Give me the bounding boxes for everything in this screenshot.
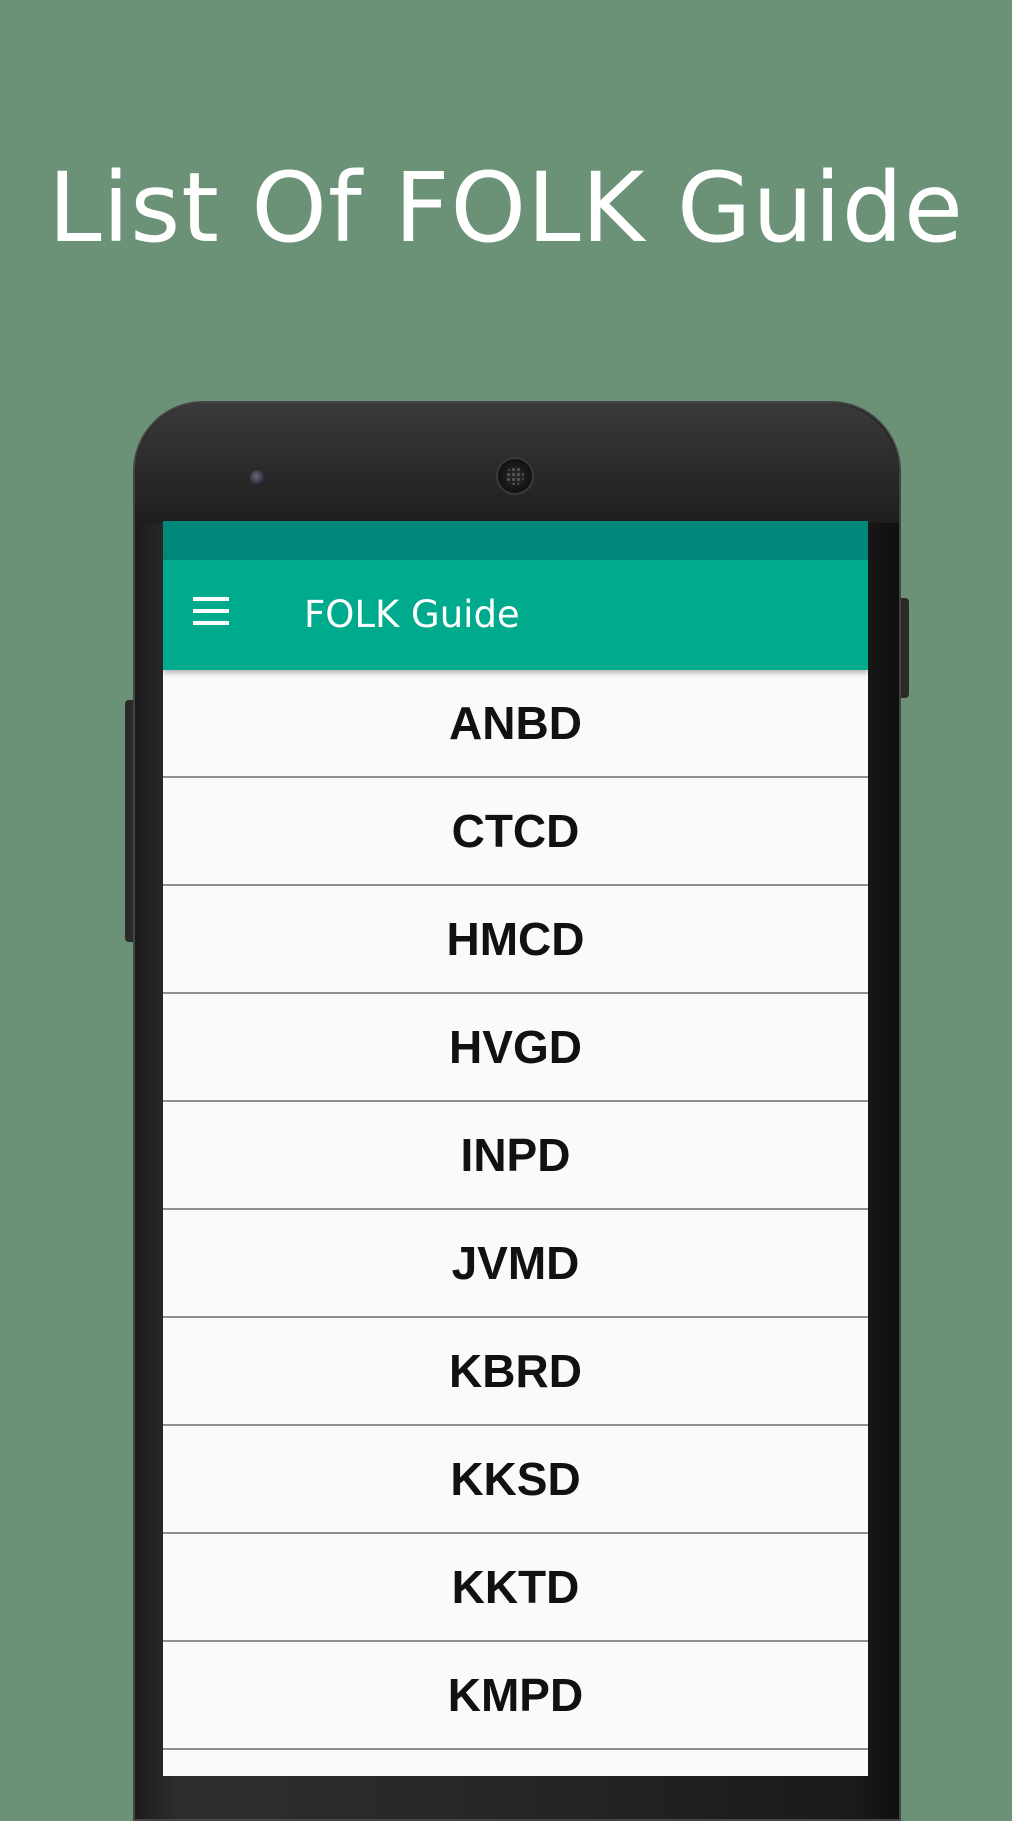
guide-list: ANBD CTCD HMCD HVGD INPD JVMD KBRD KKSD … [163, 670, 868, 1776]
list-item[interactable] [163, 1750, 868, 1776]
list-item-label: INPD [460, 1129, 571, 1181]
list-item[interactable]: CTCD [163, 778, 868, 886]
list-item[interactable]: KKSD [163, 1426, 868, 1534]
list-item[interactable]: ANBD [163, 670, 868, 778]
speaker-grille [506, 467, 524, 485]
earpiece-speaker-icon [496, 457, 534, 495]
list-item[interactable]: HMCD [163, 886, 868, 994]
list-item-label: KMPD [447, 1669, 584, 1721]
status-bar [163, 521, 868, 560]
app-bar-title: FOLK Guide [304, 593, 520, 636]
list-item[interactable]: INPD [163, 1102, 868, 1210]
hamburger-menu-icon[interactable] [191, 597, 231, 627]
promo-headline: List Of FOLK Guide [48, 152, 964, 264]
list-item-label: ANBD [449, 697, 582, 749]
list-item[interactable]: KBRD [163, 1318, 868, 1426]
list-item[interactable]: KMPD [163, 1642, 868, 1750]
list-item-label: CTCD [451, 805, 580, 857]
list-item[interactable]: KKTD [163, 1534, 868, 1642]
list-item-label: HMCD [446, 913, 585, 965]
list-item-label: KKSD [450, 1453, 581, 1505]
front-camera-icon [250, 470, 266, 486]
list-item-label: KBRD [449, 1345, 582, 1397]
list-item-label: KKTD [451, 1561, 580, 1613]
phone-screen: FOLK Guide ANBD CTCD HMCD HVGD INPD JVMD… [163, 521, 868, 1776]
list-item[interactable]: JVMD [163, 1210, 868, 1318]
list-item-label: JVMD [451, 1237, 580, 1289]
list-item-label: HVGD [449, 1021, 582, 1073]
list-item[interactable]: HVGD [163, 994, 868, 1102]
app-bar: FOLK Guide [163, 560, 868, 670]
